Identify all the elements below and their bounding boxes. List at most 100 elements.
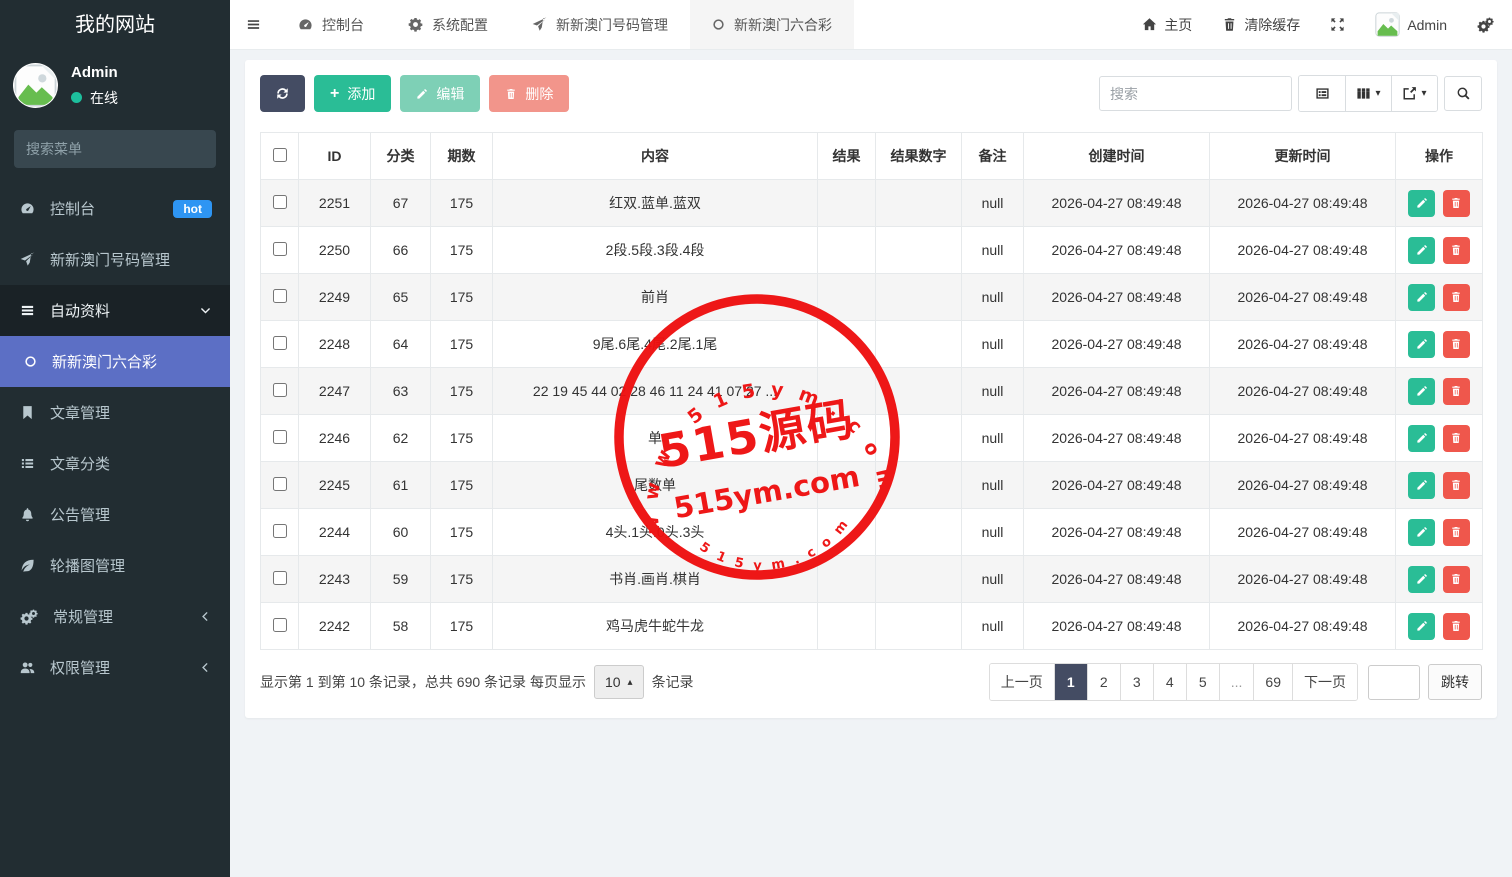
tab-system-config[interactable]: 系统配置 bbox=[386, 0, 510, 49]
page-next-button[interactable]: 下一页 bbox=[1292, 664, 1357, 700]
sidebar-item-articles[interactable]: 文章管理 bbox=[0, 387, 230, 438]
cell-created: 2026-04-27 08:49:48 bbox=[1024, 603, 1210, 650]
cell-period: 175 bbox=[431, 415, 493, 462]
cell-result-number bbox=[876, 415, 962, 462]
sidebar-item-permissions[interactable]: 权限管理 bbox=[0, 642, 230, 693]
page-button[interactable]: 4 bbox=[1153, 664, 1186, 700]
delete-row-button[interactable] bbox=[1443, 472, 1470, 499]
delete-row-button[interactable] bbox=[1443, 519, 1470, 546]
edit-row-button[interactable] bbox=[1408, 472, 1435, 499]
row-checkbox[interactable] bbox=[273, 195, 287, 209]
delete-row-button[interactable] bbox=[1443, 378, 1470, 405]
columns-button[interactable]: ▾ bbox=[1345, 76, 1391, 111]
row-checkbox[interactable] bbox=[273, 383, 287, 397]
edit-row-button[interactable] bbox=[1408, 566, 1435, 593]
sidebar-item-carousel[interactable]: 轮播图管理 bbox=[0, 540, 230, 591]
cell-actions bbox=[1396, 274, 1483, 321]
row-checkbox[interactable] bbox=[273, 477, 287, 491]
select-all-checkbox[interactable] bbox=[273, 148, 287, 162]
delete-row-button[interactable] bbox=[1443, 331, 1470, 358]
sidebar-search-input[interactable] bbox=[26, 141, 207, 157]
cell-category: 61 bbox=[371, 462, 431, 509]
sidebar-item-macau-lottery[interactable]: 新新澳门六合彩 bbox=[0, 336, 230, 387]
edit-row-button[interactable] bbox=[1408, 237, 1435, 264]
row-checkbox[interactable] bbox=[273, 430, 287, 444]
tab-macau-lottery[interactable]: 新新澳门六合彩 bbox=[690, 0, 854, 49]
edit-row-button[interactable] bbox=[1408, 378, 1435, 405]
delete-row-button[interactable] bbox=[1443, 237, 1470, 264]
add-button[interactable]: +添加 bbox=[314, 75, 391, 112]
edit-row-button[interactable] bbox=[1408, 425, 1435, 452]
edit-row-button[interactable] bbox=[1408, 613, 1435, 640]
jump-button[interactable]: 跳转 bbox=[1428, 664, 1482, 700]
fullscreen-icon[interactable] bbox=[1330, 17, 1345, 32]
delete-row-button[interactable] bbox=[1443, 284, 1470, 311]
cell-category: 63 bbox=[371, 368, 431, 415]
page-prev-button[interactable]: 上一页 bbox=[990, 664, 1054, 700]
row-checkbox[interactable] bbox=[273, 524, 287, 538]
sidebar: 我的网站 Admin 在线 控制台 hot 新新澳门号码管理 自动资料 bbox=[0, 0, 230, 877]
table-row: 2250 66 175 2段.5段.3段.4段 null 2026-04-27 … bbox=[261, 227, 1483, 274]
sidebar-item-macau-number[interactable]: 新新澳门号码管理 bbox=[0, 234, 230, 285]
cell-updated: 2026-04-27 08:49:48 bbox=[1210, 462, 1396, 509]
search-button[interactable] bbox=[1444, 76, 1482, 111]
page-button[interactable]: 69 bbox=[1253, 664, 1292, 700]
pencil-icon bbox=[1416, 244, 1428, 256]
cell-period: 175 bbox=[431, 603, 493, 650]
cell-content: 9尾.6尾.4尾.2尾.1尾 bbox=[493, 321, 818, 368]
settings-gears-icon[interactable] bbox=[1477, 17, 1494, 33]
clear-cache-link[interactable]: 清除缓存 bbox=[1222, 15, 1300, 35]
detail-view-button[interactable] bbox=[1299, 76, 1345, 111]
delete-row-button[interactable] bbox=[1443, 613, 1470, 640]
cell-period: 175 bbox=[431, 368, 493, 415]
row-checkbox[interactable] bbox=[273, 242, 287, 256]
refresh-icon bbox=[275, 86, 290, 101]
tab-macau-number[interactable]: 新新澳门号码管理 bbox=[510, 0, 690, 49]
sidebar-item-announcements[interactable]: 公告管理 bbox=[0, 489, 230, 540]
row-select-cell bbox=[261, 603, 299, 650]
trash-icon bbox=[1450, 244, 1462, 256]
edit-row-button[interactable] bbox=[1408, 519, 1435, 546]
edit-row-button[interactable] bbox=[1408, 284, 1435, 311]
jump-page-input[interactable] bbox=[1368, 665, 1420, 700]
edit-row-button[interactable] bbox=[1408, 190, 1435, 217]
sidebar-item-article-categories[interactable]: 文章分类 bbox=[0, 438, 230, 489]
page-button[interactable]: 5 bbox=[1186, 664, 1219, 700]
page-size-dropdown[interactable]: 10▴ bbox=[594, 665, 644, 699]
cell-id: 2242 bbox=[299, 603, 371, 650]
user-menu[interactable]: Admin bbox=[1375, 12, 1447, 37]
user-name: Admin bbox=[71, 64, 118, 81]
page-button[interactable]: 2 bbox=[1087, 664, 1120, 700]
delete-row-button[interactable] bbox=[1443, 190, 1470, 217]
delete-row-button[interactable] bbox=[1443, 566, 1470, 593]
delete-row-button[interactable] bbox=[1443, 425, 1470, 452]
tab-dashboard[interactable]: 控制台 bbox=[276, 0, 386, 49]
sidebar-item-dashboard[interactable]: 控制台 hot bbox=[0, 183, 230, 234]
edit-row-button[interactable] bbox=[1408, 331, 1435, 358]
cell-period: 175 bbox=[431, 462, 493, 509]
chevron-left-icon bbox=[199, 610, 212, 623]
page-button[interactable]: 3 bbox=[1120, 664, 1153, 700]
detail-view-icon bbox=[1315, 86, 1330, 101]
refresh-button[interactable] bbox=[260, 75, 305, 112]
export-button[interactable]: ▾ bbox=[1391, 76, 1437, 111]
row-checkbox[interactable] bbox=[273, 618, 287, 632]
row-checkbox[interactable] bbox=[273, 571, 287, 585]
toolbar-right: ▾ ▾ bbox=[1099, 75, 1482, 112]
delete-button[interactable]: 删除 bbox=[489, 75, 569, 112]
sidebar-item-label: 文章分类 bbox=[50, 453, 110, 474]
home-link[interactable]: 主页 bbox=[1142, 15, 1192, 35]
cell-category: 65 bbox=[371, 274, 431, 321]
cell-remark: null bbox=[962, 415, 1024, 462]
row-checkbox[interactable] bbox=[273, 289, 287, 303]
edit-button[interactable]: 编辑 bbox=[400, 75, 480, 112]
sidebar-item-auto-data[interactable]: 自动资料 bbox=[0, 285, 230, 336]
row-checkbox[interactable] bbox=[273, 336, 287, 350]
dashboard-icon bbox=[20, 201, 35, 216]
sidebar-item-general-settings[interactable]: 常规管理 bbox=[0, 591, 230, 642]
caret-down-icon: ▾ bbox=[1421, 88, 1426, 99]
sidebar-toggle-button[interactable] bbox=[230, 0, 276, 49]
cell-id: 2244 bbox=[299, 509, 371, 556]
table-search-input[interactable] bbox=[1099, 76, 1292, 111]
page-button[interactable]: 1 bbox=[1054, 664, 1087, 700]
